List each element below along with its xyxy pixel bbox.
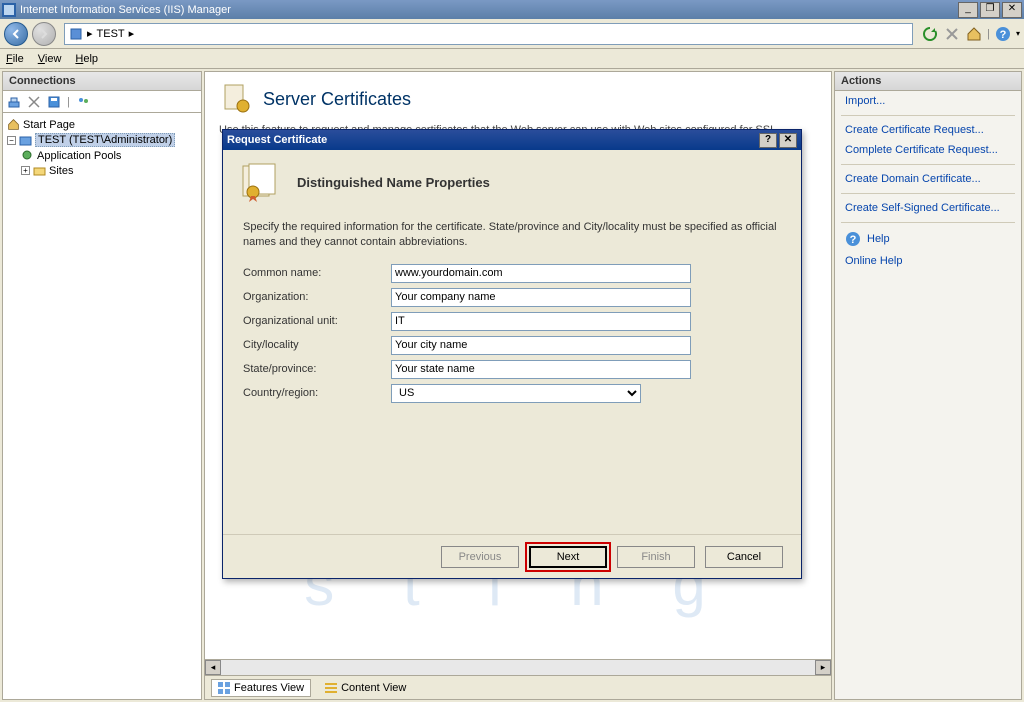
dialog-title: Request Certificate [227,134,327,146]
state-field[interactable] [391,360,691,379]
connections-panel: Connections | Start Page − TEST (TEST\Ad… [2,71,202,700]
action-complete-request[interactable]: Complete Certificate Request... [835,140,1021,160]
minimize-button[interactable]: _ [958,2,978,18]
action-online-help[interactable]: Online Help [835,251,1021,271]
app-pools-icon [21,149,34,162]
label-city: City/locality [243,339,391,351]
users-icon[interactable] [76,95,90,109]
connections-tree: Start Page − TEST (TEST\Administrator) A… [3,113,201,182]
tab-label: Features View [234,682,304,694]
tab-features-view[interactable]: Features View [211,679,311,697]
label-ou: Organizational unit: [243,315,391,327]
breadcrumb-sep: ▸ [129,27,135,40]
tree-label: Application Pools [37,150,121,162]
actions-header: Actions [835,72,1021,91]
tree-server[interactable]: − TEST (TEST\Administrator) [7,132,197,148]
help-icon[interactable]: ? [994,25,1012,43]
dialog-body: Specify the required information for the… [223,214,801,534]
connections-toolbar: | [3,91,201,113]
dialog-buttons: Previous Next Finish Cancel [223,534,801,578]
disconnect-icon[interactable] [27,95,41,109]
collapse-icon[interactable]: − [7,136,16,145]
forward-button[interactable] [32,22,56,46]
cancel-button[interactable]: Cancel [705,546,783,568]
folder-icon [33,164,46,177]
tab-content-view[interactable]: Content View [319,680,412,696]
tree-start-page[interactable]: Start Page [7,117,197,132]
help-dropdown-icon[interactable]: ▾ [1016,29,1020,38]
dialog-help-button[interactable]: ? [759,133,777,148]
label-common-name: Common name: [243,267,391,279]
svg-text:?: ? [850,234,857,246]
page-title-text: Server Certificates [263,89,411,110]
action-create-request[interactable]: Create Certificate Request... [835,120,1021,140]
page-title: Server Certificates [219,82,817,116]
svg-text:?: ? [1000,29,1007,41]
refresh-icon[interactable] [921,25,939,43]
tree-label: TEST (TEST\Administrator) [35,133,175,147]
home-icon[interactable] [965,25,983,43]
previous-button[interactable]: Previous [441,546,519,568]
expand-icon[interactable]: + [21,166,30,175]
label-organization: Organization: [243,291,391,303]
menu-help[interactable]: HHelpelp [75,53,98,65]
action-import[interactable]: Import... [835,91,1021,111]
nav-bar: ▸ TEST ▸ | ? ▾ [0,19,1024,49]
view-tabs: Features View Content View [205,675,831,699]
iis-app-icon [2,3,16,17]
horizontal-scrollbar[interactable]: ◂ ▸ [205,659,831,675]
address-bar[interactable]: ▸ TEST ▸ [64,23,913,45]
stop-icon[interactable] [943,25,961,43]
tree-app-pools[interactable]: Application Pools [7,148,197,163]
certificate-page-icon [219,82,253,116]
label-state: State/province: [243,363,391,375]
connections-header: Connections [3,72,201,91]
tree-sites[interactable]: + Sites [7,163,197,178]
menu-file[interactable]: FFileile [6,53,24,65]
server-icon [19,134,32,147]
finish-button[interactable]: Finish [617,546,695,568]
server-icon [69,27,83,41]
dialog-description: Specify the required information for the… [243,220,781,250]
dialog-titlebar[interactable]: Request Certificate ? ✕ [223,130,801,150]
certificate-icon [239,162,285,202]
organizational-unit-field[interactable] [391,312,691,331]
grid-icon [218,682,230,694]
scroll-left-icon[interactable]: ◂ [205,660,221,675]
help-icon: ? [845,231,861,247]
window-titlebar: Internet Information Services (IIS) Mana… [0,0,1024,19]
back-button[interactable] [4,22,28,46]
request-certificate-dialog: Request Certificate ? ✕ Distinguished Na… [222,129,802,579]
action-help[interactable]: Help [867,233,890,245]
dialog-close-button[interactable]: ✕ [779,133,797,148]
tab-label: Content View [341,682,406,694]
common-name-field[interactable] [391,264,691,283]
connect-icon[interactable] [7,95,21,109]
organization-field[interactable] [391,288,691,307]
dialog-header: Distinguished Name Properties [223,150,801,214]
action-create-domain-cert[interactable]: Create Domain Certificate... [835,169,1021,189]
action-create-self-signed[interactable]: Create Self-Signed Certificate... [835,198,1021,218]
window-title: Internet Information Services (IIS) Mana… [20,4,231,16]
breadcrumb-item[interactable]: TEST [97,28,125,40]
home-icon [7,118,20,131]
country-select[interactable]: US [391,384,641,403]
label-country: Country/region: [243,387,391,399]
actions-panel: Actions Import... Create Certificate Req… [834,71,1022,700]
scroll-right-icon[interactable]: ▸ [815,660,831,675]
restore-button[interactable]: ❐ [980,2,1000,18]
menu-bar: FFileile VViewiew HHelpelp [0,49,1024,69]
dialog-heading: Distinguished Name Properties [297,175,490,190]
save-icon[interactable] [47,95,61,109]
tree-label: Sites [49,165,73,177]
tree-label: Start Page [23,119,75,131]
close-button[interactable]: ✕ [1002,2,1022,18]
city-field[interactable] [391,336,691,355]
breadcrumb-sep: ▸ [87,27,93,40]
menu-view[interactable]: VViewiew [38,53,62,65]
next-button[interactable]: Next [529,546,607,568]
list-icon [325,682,337,694]
